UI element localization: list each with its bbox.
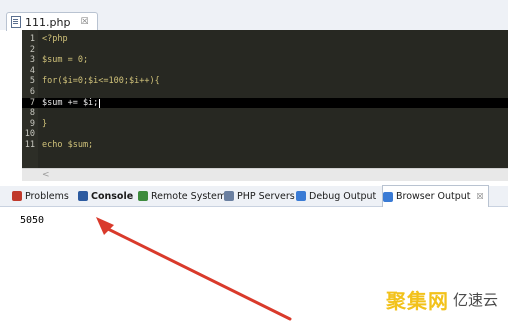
close-icon[interactable]: ☒	[80, 17, 88, 27]
text-caret	[99, 98, 100, 108]
code-line[interactable]: 7 $sum += $i;	[22, 97, 508, 109]
tab-label: Browser Output	[396, 191, 471, 202]
line-number: 3	[29, 55, 35, 66]
line-number: 5	[29, 76, 35, 87]
line-number: 9	[29, 118, 35, 129]
line-number: 10	[24, 129, 35, 140]
code-text: $sum = 0;	[42, 55, 89, 66]
watermark: 聚集网 亿速云	[386, 285, 498, 314]
browser-output-panel: 5050 聚集网 亿速云	[0, 207, 508, 324]
remote-systems-icon	[138, 191, 148, 201]
line-number: 2	[29, 44, 35, 55]
annotation-arrow-head	[96, 217, 114, 235]
panel-tab-bar: Problems Console Remote Systems PHP Servers…	[0, 185, 508, 207]
php-servers-icon	[224, 191, 234, 201]
code-text: $sum += $i;	[42, 97, 99, 108]
code-line[interactable]: 10	[22, 129, 508, 140]
line-number: 7	[29, 97, 35, 108]
watermark-text: 聚集网	[385, 289, 449, 313]
horizontal-scrollbar[interactable]: <	[22, 168, 508, 181]
tab-label: Console	[91, 190, 134, 202]
code-text: echo $sum;	[42, 140, 94, 150]
editor-tab-label: 111.php	[25, 15, 71, 29]
editor-tab-111-php[interactable]: 111.php ☒	[6, 12, 98, 31]
annotation-arrow-shaft	[102, 225, 292, 321]
tab-label: Debug Output	[309, 190, 377, 202]
console-icon	[78, 191, 88, 201]
tab-console[interactable]: Console	[78, 186, 133, 206]
scroll-left-arrow-icon[interactable]: <	[42, 169, 50, 181]
tab-debug-output[interactable]: Debug Output	[296, 186, 376, 206]
watermark-subtext: 亿速云	[452, 291, 498, 309]
code-line[interactable]: 4	[22, 66, 508, 77]
code-text: }	[42, 118, 48, 129]
browser-output-icon	[383, 191, 393, 202]
tab-php-servers[interactable]: PHP Servers	[224, 186, 295, 206]
tab-remote-systems[interactable]: Remote Systems	[138, 186, 231, 206]
code-line[interactable]: 5 for($i=0;$i<=100;$i++){	[22, 76, 508, 87]
line-number: 11	[24, 140, 35, 150]
debug-output-icon	[296, 191, 306, 201]
tab-problems[interactable]: Problems	[12, 186, 69, 206]
code-line[interactable]: 6	[22, 87, 508, 98]
tab-browser-output[interactable]: Browser Output ☒	[382, 185, 489, 207]
code-line[interactable]: 3 $sum = 0;	[22, 55, 508, 66]
line-number: 1	[29, 34, 35, 44]
code-text: <?php	[42, 34, 68, 44]
line-number: 4	[29, 65, 35, 76]
php-file-icon	[11, 16, 21, 28]
code-line[interactable]: 8	[22, 108, 508, 119]
code-text: for($i=0;$i<=100;$i++){	[42, 76, 160, 87]
problems-icon	[12, 191, 22, 201]
line-number: 8	[29, 108, 35, 119]
tab-label: Problems	[25, 190, 69, 202]
line-number: 6	[29, 87, 35, 97]
code-line[interactable]: 2	[22, 45, 508, 56]
code-editor[interactable]: 1 <?php 2 3 $sum = 0; 4 5 for($i=0;$i<=100;$i++…	[22, 30, 508, 168]
code-line[interactable]: 11 echo $sum;	[22, 140, 508, 151]
editor-tab-strip: 111.php ☒	[0, 0, 508, 31]
close-icon[interactable]: ☒	[477, 192, 484, 201]
code-line[interactable]: 1 <?php	[22, 34, 508, 45]
code-line[interactable]: 9}	[22, 119, 508, 130]
tab-label: Remote Systems	[151, 190, 232, 202]
tab-label: PHP Servers	[237, 190, 295, 202]
